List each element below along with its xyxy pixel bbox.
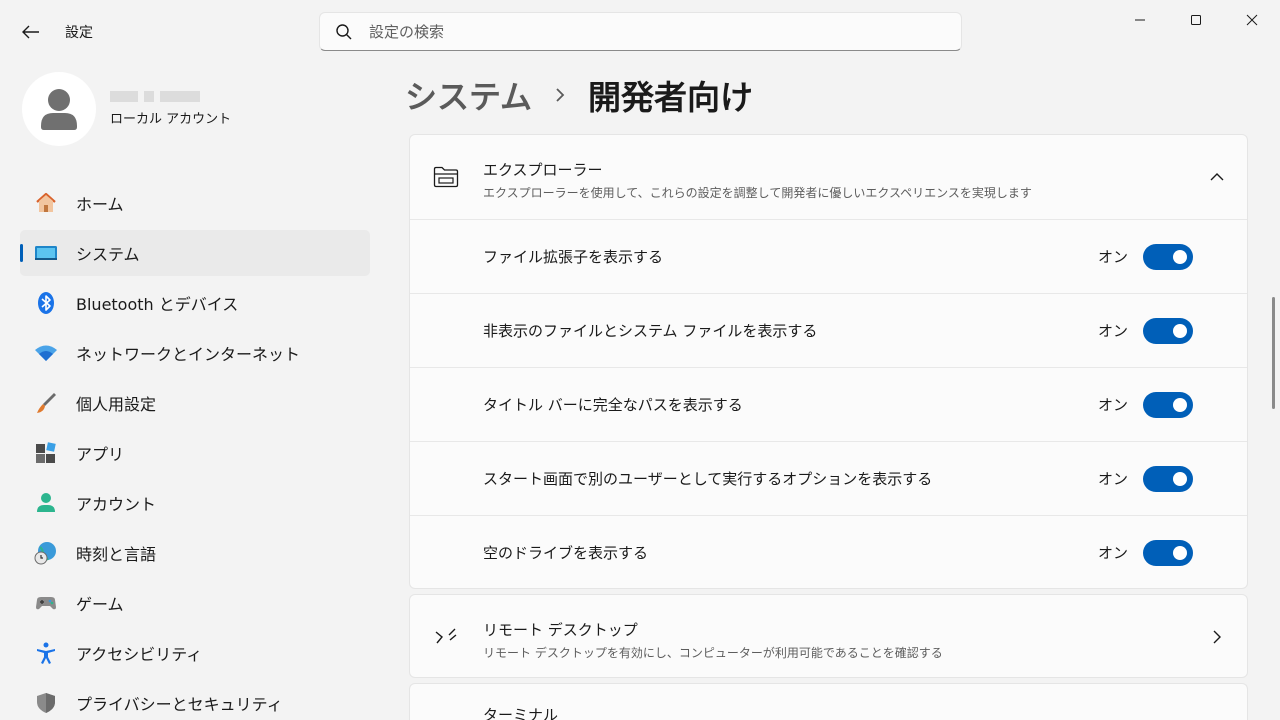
sidebar-item-apps[interactable]: アプリ (20, 430, 370, 476)
account-icon (34, 491, 58, 515)
globe-clock-icon (34, 541, 58, 565)
terminal-title: ターミナル (483, 706, 559, 720)
account-type: ローカル アカウント (110, 112, 232, 127)
sidebar-item-system[interactable]: システム (20, 230, 370, 276)
remote-desktop-card[interactable]: リモート デスクトップ リモート デスクトップを有効にし、コンピューターが利用可… (409, 594, 1248, 678)
maximize-icon (1191, 15, 1201, 25)
sidebar-item-label: ホーム (76, 195, 124, 214)
setting-row-show-empty-drives: 空のドライブを表示する オン (410, 515, 1247, 588)
back-button[interactable] (12, 14, 50, 50)
sidebar-item-home[interactable]: ホーム (20, 180, 370, 226)
sidebar-item-gaming[interactable]: ゲーム (20, 580, 370, 626)
apps-icon (34, 441, 58, 465)
sidebar-item-time-language[interactable]: 時刻と言語 (20, 530, 370, 576)
toggle-switch[interactable] (1143, 465, 1193, 492)
sidebar-item-privacy-security[interactable]: プライバシーとセキュリティ (20, 680, 370, 720)
home-icon (34, 191, 58, 215)
chevron-up-icon[interactable] (1207, 167, 1227, 187)
minimize-icon (1135, 19, 1145, 21)
minimize-button[interactable] (1112, 0, 1168, 40)
toggle-state-label: オン (1097, 322, 1128, 340)
toggle-state-label: オン (1097, 396, 1128, 414)
sidebar-item-label: Bluetooth とデバイス (76, 295, 239, 314)
sidebar-item-label: アクセシビリティ (76, 645, 203, 664)
sidebar-item-accessibility[interactable]: アクセシビリティ (20, 630, 370, 676)
explorer-description: エクスプローラーを使用して、これらの設定を調整して開発者に優しいエクスペリエンス… (483, 186, 1032, 200)
chevron-right-icon (1207, 627, 1227, 647)
sidebar-item-label: 時刻と言語 (76, 545, 157, 564)
setting-row-show-full-path: タイトル バーに完全なパスを表示する オン (410, 367, 1247, 441)
explorer-card-header[interactable]: エクスプローラー エクスプローラーを使用して、これらの設定を調整して開発者に優し… (410, 135, 1247, 219)
toggle-switch[interactable] (1143, 243, 1193, 270)
toggle-switch[interactable] (1143, 317, 1193, 344)
page-title: 開発者向け (588, 78, 754, 117)
sidebar-item-bluetooth[interactable]: Bluetooth とデバイス (20, 280, 370, 326)
setting-label: スタート画面で別のユーザーとして実行するオプションを表示する (483, 470, 933, 488)
sidebar-item-label: プライバシーとセキュリティ (76, 695, 283, 714)
close-icon (1246, 14, 1258, 26)
sidebar-item-network[interactable]: ネットワークとインターネット (20, 330, 370, 376)
breadcrumb: システム 開発者向け (405, 72, 753, 118)
sidebar-item-label: システム (76, 245, 140, 264)
avatar (22, 72, 96, 146)
close-button[interactable] (1224, 0, 1280, 40)
setting-label: 空のドライブを表示する (483, 544, 649, 562)
sidebar-item-accounts[interactable]: アカウント (20, 480, 370, 526)
app-title: 設定 (65, 25, 93, 41)
sidebar-item-label: ネットワークとインターネット (76, 345, 301, 364)
gamepad-icon (34, 591, 58, 615)
setting-label: ファイル拡張子を表示する (483, 248, 664, 266)
sidebar-item-label: ゲーム (76, 595, 124, 614)
window-controls (1112, 0, 1280, 40)
bluetooth-icon (34, 291, 58, 315)
remote-desktop-title: リモート デスクトップ (483, 621, 638, 639)
setting-label: 非表示のファイルとシステム ファイルを表示する (483, 322, 818, 340)
folder-icon (432, 163, 460, 191)
search-box[interactable] (319, 12, 962, 51)
setting-row-run-as-different-user: スタート画面で別のユーザーとして実行するオプションを表示する オン (410, 441, 1247, 515)
explorer-card: エクスプローラー エクスプローラーを使用して、これらの設定を調整して開発者に優し… (409, 134, 1248, 589)
scrollbar-thumb[interactable] (1272, 297, 1275, 409)
search-icon (335, 23, 353, 41)
wifi-icon (34, 341, 58, 365)
user-name-redacted (110, 91, 231, 102)
shield-icon (34, 691, 58, 715)
sidebar-item-label: 個人用設定 (76, 395, 157, 414)
remote-desktop-icon (432, 623, 460, 651)
sidebar-item-personalization[interactable]: 個人用設定 (20, 380, 370, 426)
toggle-switch[interactable] (1143, 539, 1193, 566)
maximize-button[interactable] (1168, 0, 1224, 40)
setting-label: タイトル バーに完全なパスを表示する (483, 396, 743, 414)
sidebar-nav: ホーム システム Bluetooth とデバイス ネットワークとインターネット … (20, 180, 370, 720)
terminal-card[interactable]: ターミナル (409, 683, 1248, 720)
accessibility-icon (34, 641, 58, 665)
explorer-title: エクスプローラー (483, 161, 603, 179)
toggle-state-label: オン (1097, 248, 1128, 266)
sidebar-item-label: アカウント (76, 495, 157, 514)
remote-desktop-description: リモート デスクトップを有効にし、コンピューターが利用可能であることを確認する (483, 646, 943, 660)
setting-row-show-file-extensions: ファイル拡張子を表示する オン (410, 219, 1247, 293)
search-input[interactable] (369, 22, 929, 41)
sidebar-item-label: アプリ (76, 445, 125, 464)
user-avatar-icon (41, 89, 77, 130)
user-profile[interactable]: ローカル アカウント (22, 72, 231, 146)
chevron-right-icon (554, 87, 566, 103)
toggle-state-label: オン (1097, 470, 1128, 488)
breadcrumb-parent[interactable]: システム (405, 72, 532, 118)
system-icon (34, 241, 58, 265)
title-bar: 設定 (0, 0, 1280, 62)
setting-row-show-hidden-files: 非表示のファイルとシステム ファイルを表示する オン (410, 293, 1247, 367)
toggle-switch[interactable] (1143, 391, 1193, 418)
toggle-state-label: オン (1097, 544, 1128, 562)
back-arrow-icon (22, 25, 39, 39)
brush-icon (34, 391, 58, 415)
